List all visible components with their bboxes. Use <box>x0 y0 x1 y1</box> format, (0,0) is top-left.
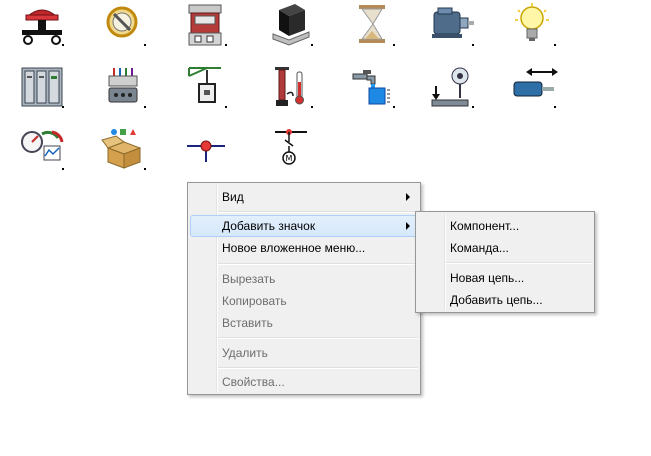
submenu-item-command[interactable]: Команда... <box>418 237 592 259</box>
control-cabinet-icon[interactable] <box>18 64 66 112</box>
menu-separator <box>218 337 418 339</box>
icon-palette: M <box>0 0 651 180</box>
pipe-junction-icon[interactable] <box>181 126 229 174</box>
menu-separator <box>446 262 592 264</box>
add-icon-submenu: Компонент... Команда... Новая цепь... До… <box>415 211 595 313</box>
menu-item-cut: Вырезать <box>190 268 418 290</box>
water-tap-icon[interactable] <box>349 64 397 112</box>
menu-item-properties: Свойства... <box>190 371 418 393</box>
terminal-connector-icon[interactable] <box>100 64 148 112</box>
emergency-stop-button-icon[interactable] <box>18 2 66 50</box>
prohibited-sign-icon[interactable] <box>100 2 148 50</box>
level-sensor-icon[interactable] <box>428 64 476 112</box>
linear-cylinder-icon[interactable] <box>510 64 558 112</box>
submenu-item-component-label: Компонент... <box>450 219 520 233</box>
pump-thermometer-icon[interactable] <box>267 64 315 112</box>
submenu-item-component[interactable]: Компонент... <box>418 215 592 237</box>
menu-item-new-submenu-label: Новое вложенное меню... <box>222 241 366 255</box>
submenu-item-new-chain[interactable]: Новая цепь... <box>418 267 592 289</box>
menu-item-paste: Вставить <box>190 312 418 334</box>
menu-item-add-icon[interactable]: Добавить значок <box>190 215 418 237</box>
submenu-item-add-chain[interactable]: Добавить цепь... <box>418 289 592 311</box>
open-box-components-icon[interactable] <box>100 126 148 174</box>
menu-separator <box>218 211 418 213</box>
hourglass-icon[interactable] <box>349 2 397 50</box>
motor-circuit-icon[interactable]: M <box>267 126 315 174</box>
relay-module-icon[interactable] <box>181 2 229 50</box>
menu-item-copy-label: Копировать <box>222 294 287 308</box>
submenu-item-add-chain-label: Добавить цепь... <box>450 293 543 307</box>
electric-motor-icon[interactable] <box>428 2 476 50</box>
menu-item-new-submenu[interactable]: Новое вложенное меню... <box>190 237 418 259</box>
light-bulb-icon[interactable] <box>510 2 558 50</box>
black-box-device-icon[interactable] <box>267 2 315 50</box>
valve-actuator-icon[interactable] <box>181 64 229 112</box>
menu-item-properties-label: Свойства... <box>222 375 285 389</box>
submenu-item-command-label: Команда... <box>450 241 509 255</box>
menu-item-copy: Копировать <box>190 290 418 312</box>
menu-item-paste-label: Вставить <box>222 316 273 330</box>
menu-item-view-label: Вид <box>222 190 244 204</box>
menu-item-add-icon-label: Добавить значок <box>222 219 316 233</box>
gauges-panel-icon[interactable] <box>18 126 66 174</box>
menu-item-cut-label: Вырезать <box>222 272 276 286</box>
submenu-arrow-icon <box>406 193 410 201</box>
menu-separator <box>218 263 418 265</box>
submenu-item-new-chain-label: Новая цепь... <box>450 271 525 285</box>
submenu-arrow-icon <box>406 222 410 230</box>
menu-item-view[interactable]: Вид <box>190 186 418 208</box>
svg-text:M: M <box>286 154 293 163</box>
menu-item-delete: Удалить <box>190 342 418 364</box>
menu-item-delete-label: Удалить <box>222 346 268 360</box>
context-menu: Вид Добавить значок Новое вложенное меню… <box>187 182 421 395</box>
menu-separator <box>218 367 418 369</box>
